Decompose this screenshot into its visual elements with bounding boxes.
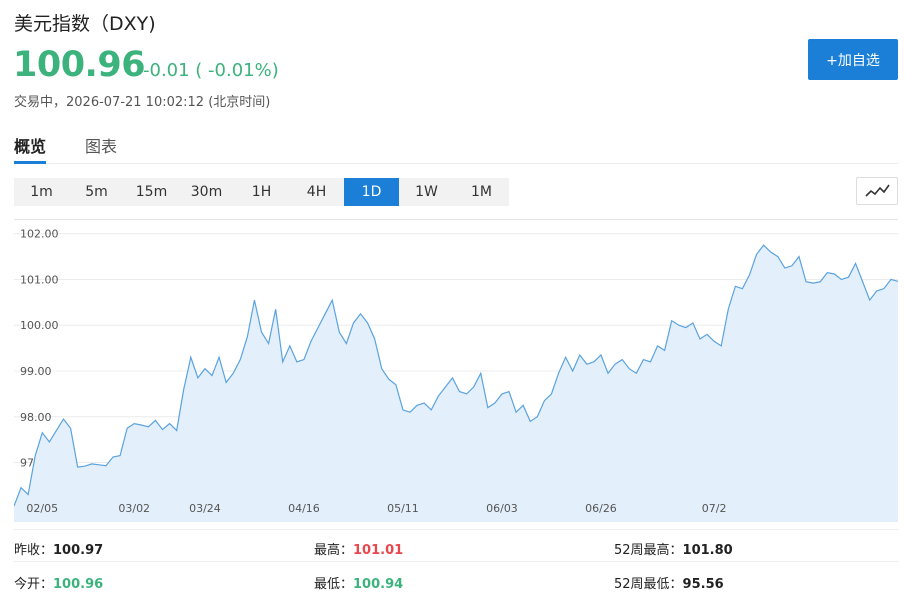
price-chart[interactable]: 96.0097.0098.0099.00100.00101.00102.0002… <box>14 219 898 522</box>
wk52-low-value: 95.56 <box>682 577 724 592</box>
open-value: 100.96 <box>53 577 104 592</box>
high-value: 101.01 <box>353 543 404 558</box>
page-title: 美元指数（DXY) <box>14 13 156 35</box>
add-to-watchlist-button[interactable]: +加自选 <box>808 39 898 80</box>
y-tick-label: 99.00 <box>20 365 52 378</box>
low-value: 100.94 <box>353 577 404 592</box>
y-tick-label: 98.00 <box>20 411 52 424</box>
period-30m[interactable]: 30m <box>179 178 234 206</box>
x-tick-label: 03/24 <box>189 502 221 515</box>
open-stat: 今开：100.96 <box>14 573 103 592</box>
wk52-high-stat: 52周最高：101.80 <box>614 539 733 558</box>
period-1m[interactable]: 1m <box>14 178 69 206</box>
period-1w[interactable]: 1W <box>399 178 454 206</box>
x-tick-label: 07/2 <box>702 502 727 515</box>
prev-close-value: 100.97 <box>53 543 104 558</box>
period-15m[interactable]: 15m <box>124 178 179 206</box>
line-chart-icon <box>865 184 890 197</box>
y-tick-label: 100.00 <box>20 319 59 332</box>
y-tick-label: 101.00 <box>20 273 59 286</box>
x-tick-label: 04/16 <box>288 502 320 515</box>
tab-chart[interactable]: 图表 <box>85 133 117 164</box>
wk52-high-value: 101.80 <box>682 543 733 558</box>
trading-status: 交易中，2026-07-21 10:02:12 (北京时间) <box>14 95 271 110</box>
x-tick-label: 05/11 <box>387 502 419 515</box>
wk52-high-label: 52周最高： <box>614 543 683 558</box>
period-1d[interactable]: 1D <box>344 178 399 206</box>
period-1mo[interactable]: 1M <box>454 178 509 206</box>
period-5m[interactable]: 5m <box>69 178 124 206</box>
open-label: 今开： <box>14 577 54 592</box>
chart-type-button[interactable] <box>856 177 898 205</box>
period-4h[interactable]: 4H <box>289 178 344 206</box>
stats-panel: 昨收：100.97 最高：101.01 52周最高：101.80 今开：100.… <box>0 529 905 599</box>
period-1h[interactable]: 1H <box>234 178 289 206</box>
low-label: 最低： <box>314 577 354 592</box>
x-tick-label: 03/02 <box>118 502 150 515</box>
x-tick-label: 06/03 <box>486 502 518 515</box>
price-change: -0.01 ( -0.01%) <box>143 60 279 81</box>
wk52-low-label: 52周最低： <box>614 577 683 592</box>
high-label: 最高： <box>314 543 354 558</box>
chart-canvas: 96.0097.0098.0099.00100.00101.00102.0002… <box>14 228 898 522</box>
x-tick-label: 06/26 <box>585 502 617 515</box>
y-tick-label: 102.00 <box>20 228 59 241</box>
high-stat: 最高：101.01 <box>314 539 403 558</box>
low-stat: 最低：100.94 <box>314 573 403 592</box>
prev-close-label: 昨收： <box>14 543 54 558</box>
current-price: 100.96 <box>13 45 146 85</box>
x-tick-label: 02/05 <box>26 502 58 515</box>
wk52-low-stat: 52周最低：95.56 <box>614 573 724 592</box>
tab-overview[interactable]: 概览 <box>14 133 47 164</box>
period-selector: 1m 5m 15m 30m 1H 4H 1D 1W 1M <box>14 178 509 206</box>
tab-bar: 概览 图表 <box>14 126 898 164</box>
prev-close-stat: 昨收：100.97 <box>14 539 103 558</box>
